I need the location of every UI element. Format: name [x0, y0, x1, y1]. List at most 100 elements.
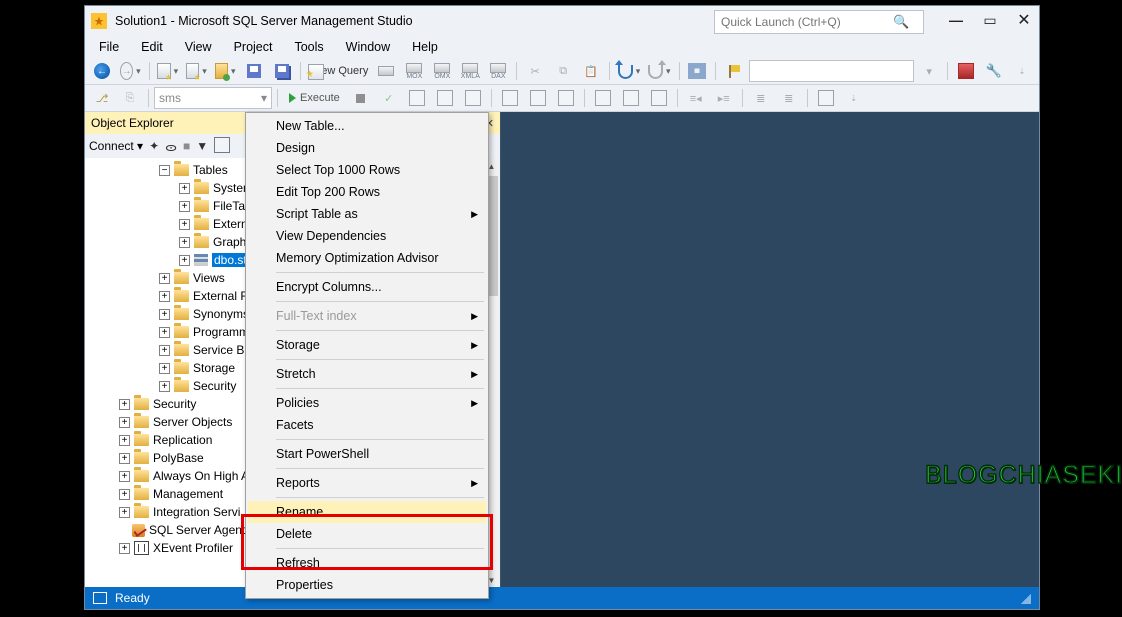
context-menu-item[interactable]: View Dependencies	[248, 225, 486, 247]
tree-xevent[interactable]: XEvent Profiler	[153, 541, 233, 555]
estplan-icon[interactable]	[404, 88, 430, 108]
expander-icon[interactable]: +	[179, 183, 190, 194]
expander-icon[interactable]: +	[119, 417, 130, 428]
tree-synonyms[interactable]: Synonyms	[193, 307, 249, 321]
context-menu-item[interactable]: Delete	[248, 523, 486, 545]
context-menu-item[interactable]: Design	[248, 137, 486, 159]
context-menu-item[interactable]: Script Table as▶	[248, 203, 486, 225]
nav-forward-button[interactable]: →	[117, 61, 144, 81]
tree-tables[interactable]: Tables	[193, 163, 228, 177]
tree-serverobj[interactable]: Server Objects	[153, 415, 232, 429]
context-menu-item[interactable]: Storage▶	[248, 334, 486, 356]
props-button[interactable]	[684, 61, 710, 81]
results-file-icon[interactable]	[553, 88, 579, 108]
database-dropdown[interactable]: sms▾	[154, 87, 272, 109]
tree-security[interactable]: Security	[153, 397, 196, 411]
expander-icon[interactable]: +	[159, 381, 170, 392]
expander-icon[interactable]: +	[159, 345, 170, 356]
expander-icon[interactable]: −	[159, 165, 170, 176]
new-project-button[interactable]	[154, 61, 181, 81]
expander-icon[interactable]: +	[179, 255, 190, 266]
save-button[interactable]	[241, 61, 267, 81]
undo-button[interactable]	[615, 61, 643, 81]
nav-back-button[interactable]: ←	[89, 61, 115, 81]
tree-sqlagent[interactable]: SQL Server Agent	[149, 523, 245, 537]
new-query-button[interactable]: New Query	[305, 61, 371, 81]
tree-integration[interactable]: Integration Servi	[153, 505, 240, 519]
paste-button[interactable]: 📋	[578, 61, 604, 81]
tree-programm[interactable]: Programm	[193, 325, 249, 339]
menu-file[interactable]: File	[89, 38, 129, 56]
open-file-button[interactable]	[212, 61, 239, 81]
tree-selected-table[interactable]: dbo.st	[212, 253, 249, 267]
indent-right-icon[interactable]: ▸≡	[711, 88, 737, 108]
expander-icon[interactable]: +	[179, 201, 190, 212]
search-icon[interactable]: 🔍	[893, 14, 909, 30]
quick-launch-input[interactable]	[719, 14, 893, 30]
expander-icon[interactable]: +	[119, 543, 130, 554]
close-button[interactable]: ✕	[1011, 9, 1037, 31]
tree-polybase[interactable]: PolyBase	[153, 451, 204, 465]
comment-icon[interactable]	[590, 88, 616, 108]
expander-icon[interactable]: +	[179, 237, 190, 248]
minimize-button[interactable]: —	[943, 9, 969, 31]
context-menu-item[interactable]: Memory Optimization Advisor	[248, 247, 486, 269]
specify-values-icon[interactable]: ≣	[748, 88, 774, 108]
tb2-ic2[interactable]: ⎘	[117, 88, 143, 108]
toolbar-overflow[interactable]: ⇣	[1009, 61, 1035, 81]
expander-icon[interactable]: +	[119, 489, 130, 500]
expander-icon[interactable]: +	[159, 363, 170, 374]
tree-security-inner[interactable]: Security	[193, 379, 236, 393]
toolbar2-overflow[interactable]: ⇣	[841, 88, 867, 108]
tree-alwayson[interactable]: Always On High A	[153, 469, 249, 483]
context-menu-item[interactable]: Full-Text index▶	[248, 305, 486, 327]
sq-options-icon[interactable]	[813, 88, 839, 108]
expander-icon[interactable]: +	[119, 507, 130, 518]
showplan-icon[interactable]	[432, 88, 458, 108]
context-menu-item[interactable]: Rename	[248, 501, 486, 523]
menu-help[interactable]: Help	[402, 38, 448, 56]
activity-monitor-icon[interactable]	[953, 61, 979, 81]
toolbar-search-dd[interactable]: ▾	[916, 61, 942, 81]
menu-edit[interactable]: Edit	[131, 38, 173, 56]
oe-ic1[interactable]: ✦	[149, 139, 159, 153]
maximize-button[interactable]: ▭	[977, 9, 1003, 31]
toolbar-search-box[interactable]	[749, 60, 914, 82]
dmx-query-icon[interactable]: OMX	[429, 61, 455, 81]
tree-extr[interactable]: External R	[193, 289, 249, 303]
stop-button[interactable]	[348, 88, 374, 108]
context-menu-item[interactable]: Refresh	[248, 552, 486, 574]
quick-launch-box[interactable]: 🔍	[714, 10, 924, 34]
context-menu-item[interactable]: Properties	[248, 574, 486, 596]
expander-icon[interactable]: +	[159, 273, 170, 284]
expander-icon[interactable]: +	[119, 471, 130, 482]
tree-storage[interactable]: Storage	[193, 361, 235, 375]
mdx-query-icon[interactable]: MOX	[401, 61, 427, 81]
expander-icon[interactable]: +	[179, 219, 190, 230]
new-file-button[interactable]	[183, 61, 210, 81]
copy-button[interactable]: ⧉	[550, 61, 576, 81]
tree-replication[interactable]: Replication	[153, 433, 212, 447]
resize-grip-icon[interactable]	[1017, 592, 1031, 604]
expander-icon[interactable]: +	[159, 291, 170, 302]
tree-graph[interactable]: Graph	[213, 235, 246, 249]
save-all-button[interactable]	[269, 61, 295, 81]
oe-ic4[interactable]: ▼	[196, 139, 208, 153]
oe-ic2[interactable]: ᯣ	[165, 138, 177, 155]
parse-button[interactable]: ✓	[376, 88, 402, 108]
db-engine-query-icon[interactable]	[373, 61, 399, 81]
oe-ic3[interactable]: ■	[183, 139, 190, 153]
uncomment-icon[interactable]	[618, 88, 644, 108]
expander-icon[interactable]: +	[159, 327, 170, 338]
oe-filter-icon[interactable]	[214, 137, 230, 156]
redo-button[interactable]	[645, 61, 673, 81]
connect-button[interactable]: Connect ▾	[89, 139, 143, 153]
indent-icon[interactable]	[646, 88, 672, 108]
dax-query-icon[interactable]: DAX	[485, 61, 511, 81]
menu-window[interactable]: Window	[336, 38, 400, 56]
context-menu-item[interactable]: Select Top 1000 Rows	[248, 159, 486, 181]
context-menu-item[interactable]: Policies▶	[248, 392, 486, 414]
expander-icon[interactable]: +	[159, 309, 170, 320]
context-menu-item[interactable]: New Table...	[248, 115, 486, 137]
context-menu-item[interactable]: Start PowerShell	[248, 443, 486, 465]
